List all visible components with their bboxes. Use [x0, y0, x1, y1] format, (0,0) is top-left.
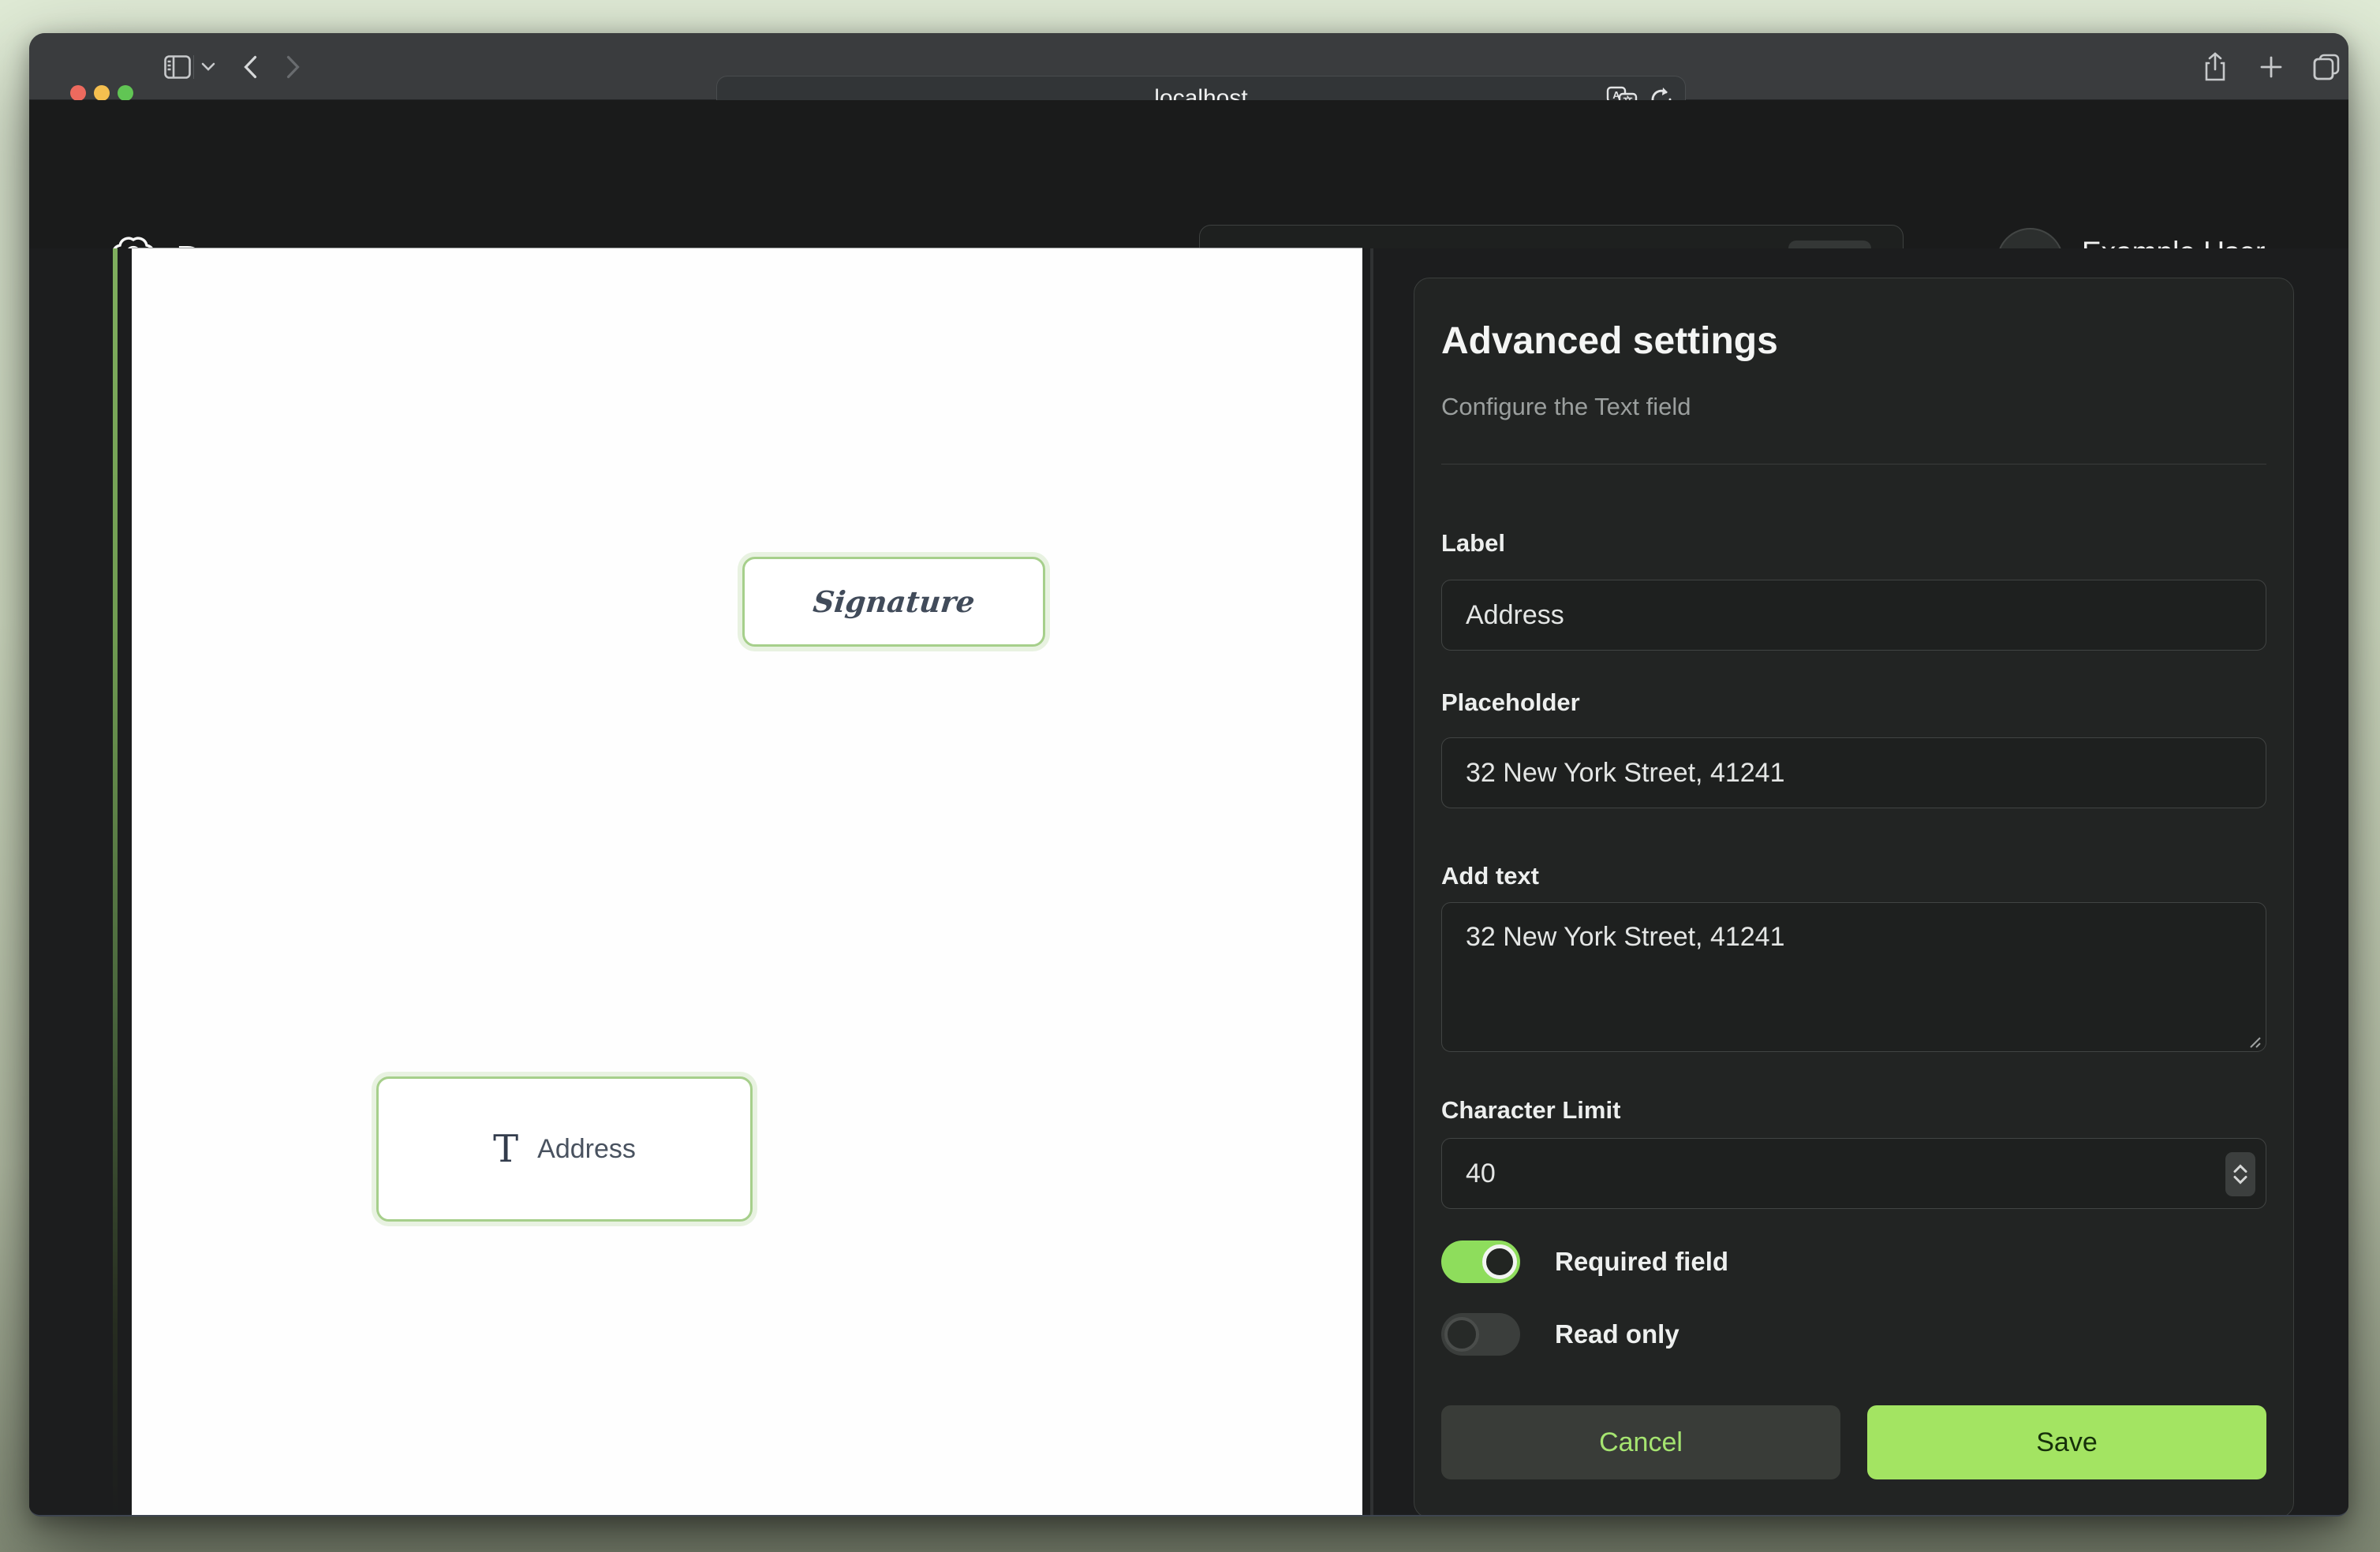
add-text-field-label: Add text	[1441, 862, 1539, 890]
toolbar-separator	[193, 55, 194, 79]
read-only-label: Read only	[1555, 1319, 1679, 1349]
add-text-textarea[interactable]: 32 New York Street, 41241	[1441, 902, 2266, 1052]
number-stepper[interactable]	[2225, 1152, 2255, 1196]
browser-window: localhost A 文	[29, 33, 2348, 1517]
panel-subtitle: Configure the Text field	[1441, 393, 2266, 421]
save-button[interactable]: Save	[1867, 1405, 2266, 1479]
placeholder-field-label: Placeholder	[1441, 688, 1580, 717]
document-page: Signature T Address	[132, 248, 1362, 1517]
label-input[interactable]	[1441, 580, 2266, 651]
stepper-down-icon	[2232, 1175, 2248, 1185]
share-icon[interactable]	[2197, 33, 2233, 100]
panel-title: Advanced settings	[1441, 319, 2266, 363]
browser-toolbar: localhost A 文	[29, 33, 2348, 100]
required-field-toggle[interactable]	[1441, 1240, 1520, 1283]
text-field-box[interactable]: T Address	[376, 1076, 753, 1222]
placeholder-input[interactable]	[1441, 737, 2266, 808]
text-field-type-icon: T	[493, 1127, 518, 1171]
read-only-row: Read only	[1441, 1313, 1679, 1356]
back-button[interactable]	[233, 33, 267, 100]
advanced-settings-panel: Advanced settings Configure the Text fie…	[1414, 278, 2294, 1517]
read-only-toggle[interactable]	[1441, 1313, 1520, 1356]
zoom-window-button[interactable]	[118, 85, 133, 101]
minimize-window-button[interactable]	[94, 85, 110, 101]
toggle-knob	[1444, 1317, 1479, 1352]
required-field-row: Required field	[1441, 1240, 1728, 1283]
cancel-button[interactable]: Cancel	[1441, 1405, 1840, 1479]
character-limit-input[interactable]	[1441, 1138, 2266, 1209]
textarea-resize-handle[interactable]	[2244, 1032, 2262, 1049]
app-header: Documenso Documents Templates Search ⌘+K…	[29, 100, 2348, 248]
chevron-down-icon[interactable]	[196, 33, 220, 100]
signature-field-label: Signature	[811, 584, 976, 619]
desktop: localhost A 文	[0, 0, 2380, 1552]
signature-field-box[interactable]: Signature	[742, 557, 1045, 647]
content-divider	[1370, 248, 1373, 1517]
close-window-button[interactable]	[70, 85, 86, 101]
label-field-label: Label	[1441, 529, 1505, 558]
character-limit-field-label: Character Limit	[1441, 1096, 1620, 1125]
stepper-up-icon	[2232, 1164, 2248, 1173]
tab-overview-icon[interactable]	[2307, 33, 2345, 100]
toggle-knob	[1482, 1244, 1517, 1279]
document-edge-accent	[113, 248, 118, 1517]
forward-button[interactable]	[275, 33, 310, 100]
required-field-label: Required field	[1555, 1247, 1728, 1277]
sidebar-toggle-icon[interactable]	[162, 33, 193, 100]
main-content: Signature T Address Advanced settings Co…	[29, 248, 2348, 1517]
new-tab-icon[interactable]	[2252, 33, 2290, 100]
text-field-label: Address	[537, 1134, 636, 1165]
